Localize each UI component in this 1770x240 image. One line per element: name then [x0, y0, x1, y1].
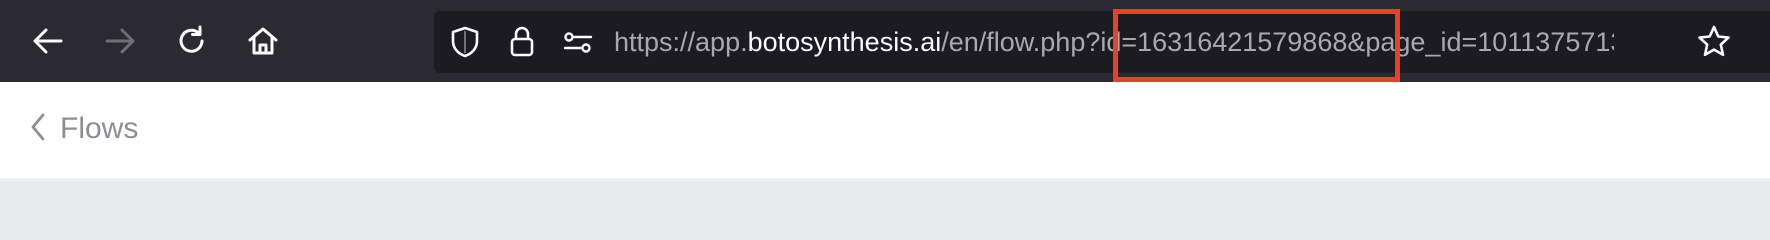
- url-highlight-box: [1113, 9, 1400, 82]
- url-bar[interactable]: https://app.botosynthesis.ai/en/flow.php…: [434, 11, 1770, 73]
- permissions-icon[interactable]: [558, 22, 598, 62]
- browser-toolbar: https://app.botosynthesis.ai/en/flow.php…: [0, 0, 1770, 82]
- arrow-left-icon: [31, 24, 65, 58]
- forward-button[interactable]: [98, 19, 142, 63]
- home-icon: [246, 24, 280, 58]
- url-host: botosynthesis.ai: [747, 27, 942, 57]
- home-button[interactable]: [241, 19, 285, 63]
- back-link-label: Flows: [60, 112, 139, 145]
- reload-button[interactable]: [170, 19, 214, 63]
- arrow-right-icon: [103, 24, 137, 58]
- back-button[interactable]: [26, 19, 70, 63]
- shield-icon[interactable]: [445, 22, 485, 62]
- reload-icon: [175, 24, 209, 58]
- chevron-left-icon: [28, 111, 48, 148]
- content-area: [0, 181, 1770, 236]
- back-to-flows-link[interactable]: Flows: [28, 104, 138, 154]
- url-fade: [1614, 11, 1674, 73]
- url-prefix: https://app.: [614, 27, 748, 57]
- star-icon[interactable]: [1694, 22, 1734, 62]
- page-header: Flows: [0, 82, 1770, 181]
- lock-icon[interactable]: [502, 22, 542, 62]
